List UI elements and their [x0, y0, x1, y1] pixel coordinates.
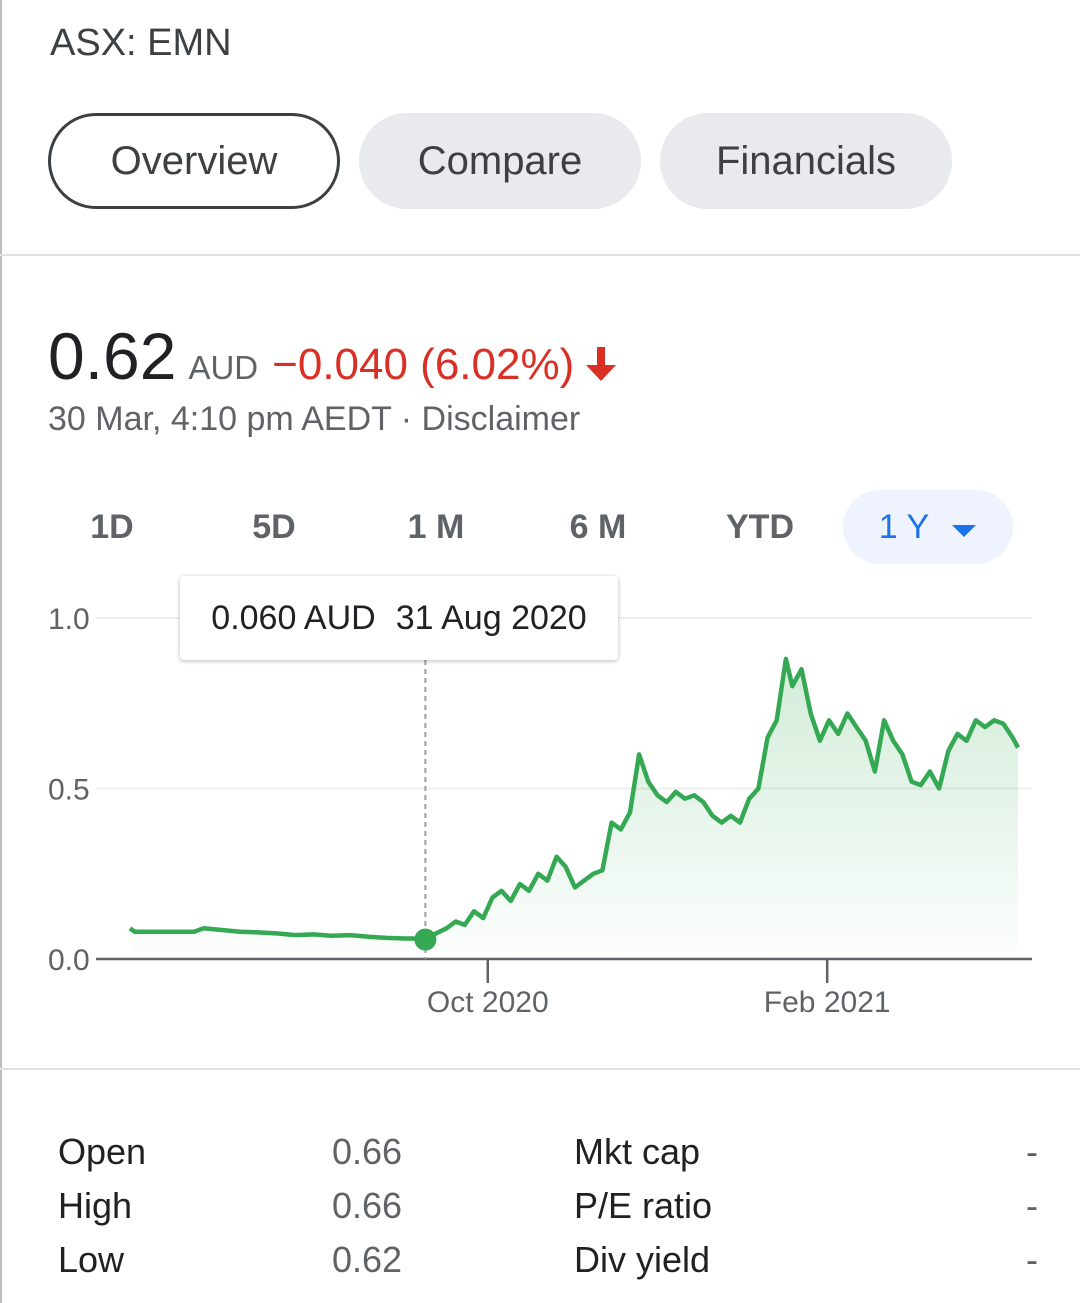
stat-open-label: Open	[58, 1131, 147, 1172]
stat-low-value: 0.62	[332, 1239, 403, 1280]
ticker-symbol: ASX: EMN	[50, 22, 232, 64]
price-change: −0.040 (6.02%)	[272, 340, 575, 389]
y-tick-label: 0.5	[48, 774, 90, 807]
stat-divyield-label: Div yield	[574, 1239, 711, 1280]
arrow-down-icon	[584, 345, 618, 388]
range-1m[interactable]: 1 M	[386, 490, 486, 564]
stats-divider	[0, 1068, 1080, 1070]
stat-mktcap-value: -	[1026, 1131, 1038, 1172]
range-ytd[interactable]: YTD	[710, 490, 810, 564]
range-1y-label: 1 Y	[878, 507, 930, 546]
stat-mktcap-label: Mkt cap	[574, 1131, 701, 1172]
price-area	[130, 658, 1018, 951]
range-1y-dropdown[interactable]: 1 Y	[843, 490, 1013, 564]
caret-down-icon	[951, 508, 977, 547]
y-tick-label: 1.0	[48, 603, 90, 636]
section-divider	[0, 254, 1080, 256]
selected-point-marker[interactable]	[414, 928, 437, 951]
range-selector: 1D 5D 1 M 6 M YTD 1 Y	[0, 490, 1080, 564]
quote-timestamp: 30 Mar, 4:10 pm AEDT · Disclaimer	[48, 400, 581, 438]
stat-high-label: High	[58, 1185, 133, 1226]
stat-pe-label: P/E ratio	[574, 1185, 713, 1226]
range-5d[interactable]: 5D	[224, 490, 324, 564]
y-tick-label: 0.0	[48, 944, 90, 977]
hover-tooltip: 0.060 AUD 31 Aug 2020	[180, 576, 618, 660]
tab-compare[interactable]: Compare	[359, 113, 641, 209]
stat-high-value: 0.66	[332, 1185, 403, 1226]
x-tick-label: Feb 2021	[764, 986, 891, 1019]
current-price: 0.62	[48, 319, 177, 393]
tooltip-value: 0.060 AUD	[211, 598, 376, 637]
x-tick-label: Oct 2020	[427, 986, 549, 1019]
currency-label: AUD	[188, 349, 259, 386]
stat-low-label: Low	[58, 1239, 125, 1280]
price-header: 0.62 AUD −0.040 (6.02%)	[48, 318, 618, 394]
stat-open-value: 0.66	[332, 1131, 403, 1172]
stat-divyield-value: -	[1026, 1239, 1038, 1280]
tab-overview[interactable]: Overview	[48, 113, 340, 209]
range-1d[interactable]: 1D	[62, 490, 162, 564]
stat-pe-value: -	[1026, 1185, 1038, 1226]
tooltip-date: 31 Aug 2020	[395, 598, 587, 637]
range-6m[interactable]: 6 M	[548, 490, 648, 564]
tab-financials[interactable]: Financials	[660, 113, 952, 209]
